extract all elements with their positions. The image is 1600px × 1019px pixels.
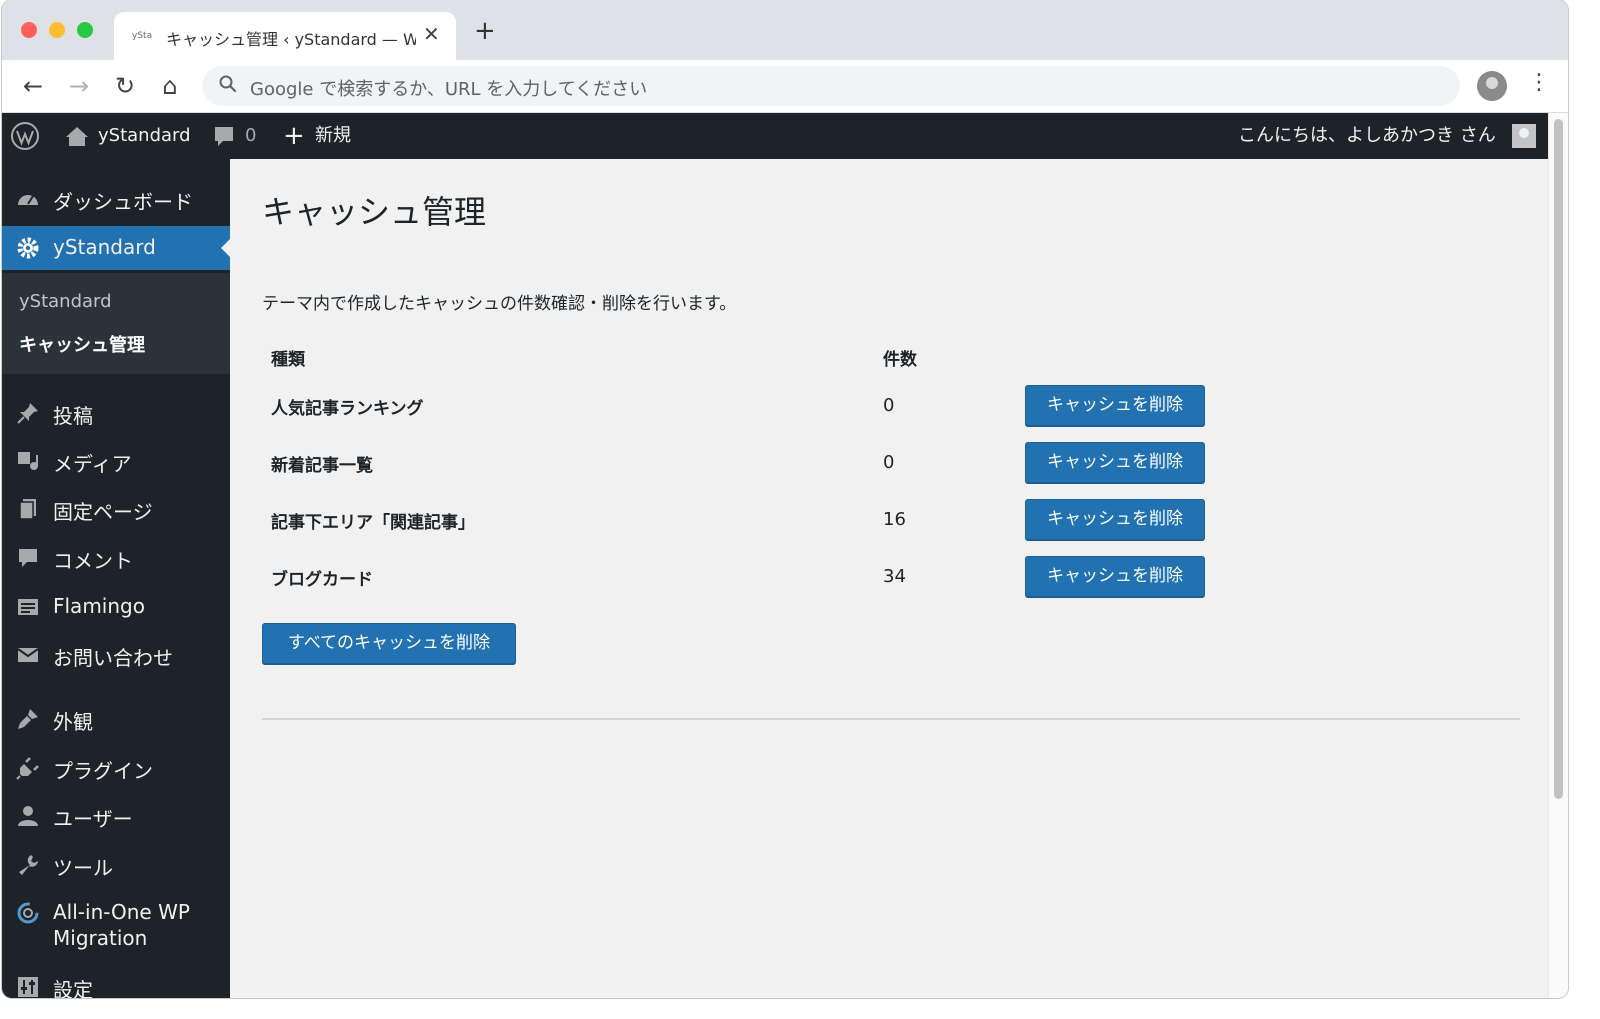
comment-icon[interactable]	[212, 113, 236, 159]
delete-cache-button-related[interactable]: キャッシュを削除	[1025, 499, 1205, 540]
delete-all-cache-button[interactable]: すべてのキャッシュを削除	[262, 623, 516, 664]
settings-icon	[18, 977, 38, 997]
page-scrollbar[interactable]	[1548, 113, 1568, 998]
zoom-window-button[interactable]	[77, 22, 93, 38]
tab-title: キャッシュ管理 ‹ yStandard — W	[166, 30, 416, 49]
table-row-count: 0	[883, 452, 895, 473]
browser-toolbar: ← → ↻ ⌂ Google で検索するか、URL を入力してください ⋮	[2, 60, 1568, 113]
sidebar-item-pages[interactable]: 固定ページ	[2, 487, 230, 531]
sidebar-item-posts[interactable]: 投稿	[2, 391, 230, 435]
address-placeholder: Google で検索するか、URL を入力してください	[250, 79, 648, 100]
plugin-icon	[16, 757, 39, 780]
sidebar-item-ystandard[interactable]: yStandard	[2, 226, 230, 270]
pin-icon	[17, 403, 38, 424]
migration-icon	[17, 902, 39, 924]
page-description: テーマ内で作成したキャッシュの件数確認・削除を行います。	[262, 294, 737, 314]
profile-avatar[interactable]	[1477, 71, 1507, 101]
table-row-count: 0	[883, 395, 895, 416]
delete-cache-button-blogcard[interactable]: キャッシュを削除	[1025, 556, 1205, 597]
search-icon	[219, 75, 237, 93]
mail-icon	[17, 648, 39, 662]
pages-icon	[19, 499, 36, 520]
sidebar-item-migration[interactable]: All-in-One WP Migration	[2, 891, 230, 953]
user-avatar[interactable]	[1512, 124, 1536, 148]
browser-window: ySta キャッシュ管理 ‹ yStandard — W ✕ + ← → ↻ ⌂…	[2, 0, 1568, 998]
home-icon[interactable]	[64, 113, 90, 159]
page-title: キャッシュ管理	[262, 193, 487, 231]
sidebar-item-plugins[interactable]: プラグイン	[2, 746, 230, 790]
tab-close-icon[interactable]: ✕	[423, 22, 440, 46]
wp-admin-bar: yStandard 0 + 新規 こんにちは、よしあかつき さん	[2, 113, 1548, 159]
sidebar-item-settings[interactable]: 設定	[2, 965, 230, 998]
sidebar-item-comments[interactable]: コメント	[2, 536, 230, 580]
howdy-user-link[interactable]: こんにちは、よしあかつき さん	[1238, 113, 1496, 159]
ystandard-submenu: yStandard キャッシュ管理	[2, 273, 230, 374]
delete-cache-button-ranking[interactable]: キャッシュを削除	[1025, 385, 1205, 426]
media-icon	[18, 452, 38, 470]
column-header-count: 件数	[883, 350, 917, 370]
table-row-name: 人気記事ランキング	[271, 399, 424, 419]
new-tab-button[interactable]: +	[474, 18, 496, 44]
table-row-name: ブログカード	[271, 570, 373, 590]
user-icon	[18, 806, 38, 826]
column-header-type: 種類	[271, 350, 305, 370]
flamingo-icon	[18, 599, 38, 615]
dashboard-icon	[18, 195, 38, 205]
main-content: キャッシュ管理 テーマ内で作成したキャッシュの件数確認・削除を行います。 種類 …	[230, 159, 1548, 998]
reload-button[interactable]: ↻	[110, 71, 140, 101]
address-bar[interactable]: Google で検索するか、URL を入力してください	[202, 66, 1460, 106]
wordpress-logo-icon[interactable]	[10, 121, 40, 151]
table-row-count: 34	[883, 566, 906, 587]
browser-menu-icon[interactable]: ⋮	[1528, 72, 1550, 94]
sidebar-item-flamingo[interactable]: Flamingo	[2, 585, 230, 629]
submenu-item-cache[interactable]: キャッシュ管理	[19, 331, 145, 357]
new-content-link[interactable]: 新規	[315, 113, 351, 159]
tab-strip: ySta キャッシュ管理 ‹ yStandard — W ✕ +	[2, 0, 1568, 60]
sidebar-item-users[interactable]: ユーザー	[2, 794, 230, 838]
submenu-item-ystandard[interactable]: yStandard	[19, 291, 112, 312]
comment-icon	[19, 549, 37, 567]
close-window-button[interactable]	[21, 22, 37, 38]
plus-icon[interactable]: +	[283, 113, 305, 159]
forward-button[interactable]: →	[64, 71, 94, 101]
table-row-name: 新着記事一覧	[271, 456, 373, 476]
sidebar-item-appearance[interactable]: 外観	[2, 697, 230, 741]
wrench-icon	[19, 855, 38, 875]
active-tab[interactable]: ySta キャッシュ管理 ‹ yStandard — W ✕	[114, 12, 456, 60]
site-name-link[interactable]: yStandard	[98, 113, 191, 159]
comments-count[interactable]: 0	[245, 113, 256, 159]
content-divider	[262, 718, 1520, 720]
admin-sidebar: ダッシュボード yStandard yStandard キャッシュ管理 投稿 メ…	[2, 159, 230, 998]
home-button[interactable]: ⌂	[155, 71, 185, 101]
table-row-count: 16	[883, 509, 906, 530]
table-row-name: 記事下エリア「関連記事」	[271, 513, 475, 533]
gear-icon	[17, 237, 39, 259]
minimize-window-button[interactable]	[49, 22, 65, 38]
scrollbar-thumb[interactable]	[1554, 119, 1563, 799]
sidebar-item-media[interactable]: メディア	[2, 439, 230, 483]
back-button[interactable]: ←	[18, 71, 48, 101]
sidebar-item-dashboard[interactable]: ダッシュボード	[2, 177, 230, 221]
delete-cache-button-recent[interactable]: キャッシュを削除	[1025, 442, 1205, 483]
favicon-icon: ySta	[132, 31, 153, 41]
brush-icon	[18, 709, 38, 729]
sidebar-item-contact[interactable]: お問い合わせ	[2, 633, 230, 677]
sidebar-item-tools[interactable]: ツール	[2, 843, 230, 887]
